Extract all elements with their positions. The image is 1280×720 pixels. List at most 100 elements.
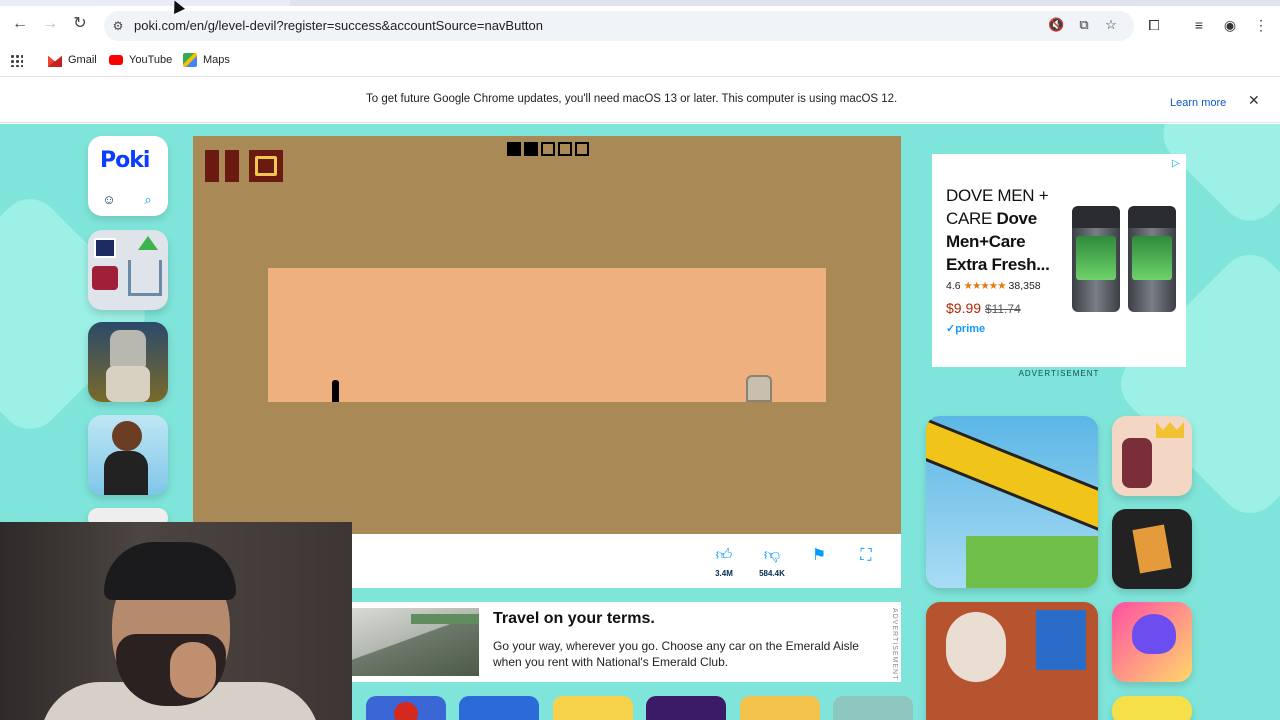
thumbs-down-icon: 👎︎ [763,547,781,564]
knight-helmet [110,330,146,370]
tab-strip [0,0,1280,6]
bookmark-gmail[interactable]: Gmail [48,52,97,68]
search-icon[interactable]: ⌕ [140,192,156,208]
game-tile-apple[interactable] [366,696,446,720]
player-character [332,380,339,402]
game-tile-partial[interactable] [1112,696,1192,720]
avatar-body [104,451,148,495]
fullscreen-button[interactable]: ⛶ [849,546,883,566]
level-progress-square [575,142,589,156]
level-progress-square [507,142,521,156]
game-tile-orange[interactable] [740,696,820,720]
ad-image [351,608,479,676]
game-room [268,268,826,402]
media-control-icon[interactable]: ≡ [1190,16,1208,34]
box-character [1132,524,1172,574]
ad-vertical-label: ADVERTISEMENT [891,608,898,681]
bookmarks-bar: Gmail YouTube Maps [0,48,1280,72]
ad-rating: 4.6 ★★★★★ 38,358 [946,280,1041,292]
webcam-overlay [0,522,352,720]
advertisement-dove[interactable]: ▷ DOVE MEN + CARE Dove Men+Care Extra Fr… [932,154,1186,367]
url-text[interactable]: poki.com/en/g/level-devil?register=succe… [134,18,543,33]
fullscreen-icon: ⛶ [860,547,872,564]
apple-icon [394,702,418,720]
pause-button[interactable] [205,150,239,182]
profile-face-icon[interactable]: ☺ [101,192,117,208]
bucket-shape [128,260,162,296]
profile-avatar-icon[interactable]: ◉ [1221,16,1239,34]
muted-sound-icon[interactable]: 🔇 [1048,17,1064,33]
extensions-icon[interactable]: ⧠ [1145,16,1163,34]
advertisement-label: ADVERTISEMENT [1018,369,1100,378]
game-tile-escape[interactable] [926,602,1098,720]
adchoices-icon[interactable]: ▷ [1172,158,1180,169]
avatar-head [112,421,142,451]
youtube-icon [109,55,123,65]
up-arrow-icon [138,236,158,250]
poki-logo[interactable]: Poki [100,148,150,173]
game-tile-monster-truck[interactable] [926,416,1098,588]
learn-more-link[interactable]: Learn more [1170,97,1226,109]
game-tile-avatar[interactable] [88,415,168,495]
chrome-update-infobar: To get future Google Chrome updates, you… [0,76,1280,123]
gmail-icon [48,55,62,67]
game-tile-knight[interactable] [88,322,168,402]
product-image [1128,206,1176,312]
flag-icon: ⚑ [811,547,827,564]
like-button[interactable]: 👍︎ 3.4M [707,546,741,578]
apps-grid-icon[interactable] [10,52,23,68]
cast-icon[interactable]: ⧉ [1076,17,1092,33]
maps-icon [183,53,197,67]
knight-body [106,366,150,402]
red-block-character [92,266,118,290]
address-bar[interactable]: ⚙ poki.com/en/g/level-devil?register=suc… [104,11,1134,41]
report-button[interactable]: ⚑ [802,546,836,566]
game-tile-cat[interactable] [1112,602,1192,682]
game-tile-purple[interactable] [646,696,726,720]
site-info-icon[interactable]: ⚙ [110,18,126,34]
game-tile-blue[interactable] [459,696,539,720]
save-icon [94,238,116,258]
ad-headline: Travel on your terms. [493,610,655,627]
game-tile-cat-face[interactable] [833,696,913,720]
game-toolbar: 👍︎ 3.4M 👎︎ 584.4K ⚑ ⛶ [351,534,901,588]
forward-arrow-icon[interactable]: → [40,14,60,34]
person-hand [170,642,216,698]
more-menu-icon[interactable]: ⋮ [1252,16,1270,34]
game-tile-yellow[interactable] [553,696,633,720]
truck-track [926,416,1098,536]
level-progress-square [541,142,555,156]
close-icon[interactable]: ✕ [1248,92,1260,109]
game-tile-level-devil-2[interactable] [88,230,168,310]
cat-character [1132,614,1176,654]
level-progress-square [558,142,572,156]
poki-logo-card[interactable]: Poki ☺ ⌕ [88,136,168,216]
level-progress-square [524,142,538,156]
ground [966,536,1098,588]
bookmark-star-icon[interactable]: ☆ [1103,17,1119,33]
restart-icon [255,156,277,176]
product-image [1072,206,1120,312]
game-tile-king[interactable] [1112,416,1192,496]
game-tile-box[interactable] [1112,509,1192,589]
restart-button[interactable] [249,150,283,182]
browser-toolbar: ← → ↻ ⚙ poki.com/en/g/level-devil?regist… [0,0,1280,48]
crown-icon [1156,422,1184,438]
back-arrow-icon[interactable]: ← [10,14,30,34]
bg-shape [0,186,158,442]
bookmark-maps[interactable]: Maps [183,52,230,68]
character [1122,438,1152,488]
ad-body: Go your way, wherever you go. Choose any… [493,639,859,669]
game-canvas[interactable] [193,136,901,534]
prime-badge: ✓prime [946,323,986,335]
ad-price: $9.99 $11.74 [946,300,1021,316]
dislike-button[interactable]: 👎︎ 584.4K [755,546,789,578]
reload-icon[interactable]: ↻ [70,14,90,34]
infobar-message: To get future Google Chrome updates, you… [366,93,898,105]
level-progress [507,142,589,156]
thumbs-up-icon: 👍︎ [715,547,733,564]
exit-door [746,375,772,402]
bookmark-youtube[interactable]: YouTube [109,52,172,68]
character-face [946,612,1006,682]
advertisement-national[interactable]: Travel on your terms. Go your way, where… [351,602,901,682]
